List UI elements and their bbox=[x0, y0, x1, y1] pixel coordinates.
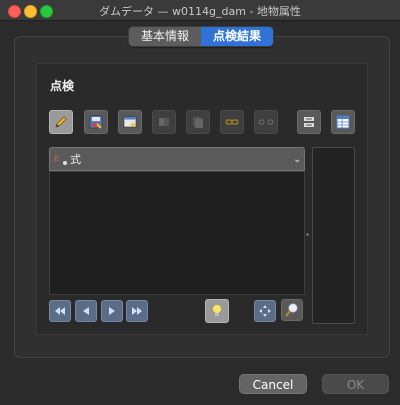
first-record-button[interactable] bbox=[49, 300, 71, 322]
previous-icon bbox=[79, 304, 93, 318]
tab-basic-info[interactable]: 基本情報 bbox=[129, 27, 201, 46]
unlink-disabled-icon bbox=[258, 114, 274, 130]
chevron-down-icon[interactable]: ⌄ bbox=[293, 154, 301, 165]
highlight-feature-button[interactable] bbox=[205, 299, 229, 323]
next-icon bbox=[105, 304, 119, 318]
first-icon bbox=[53, 304, 67, 318]
pencil-icon bbox=[53, 114, 69, 130]
form-star-icon bbox=[122, 114, 138, 130]
pan-to-feature-button[interactable] bbox=[254, 300, 276, 322]
paste-disabled-icon bbox=[190, 114, 206, 130]
cancel-button[interactable]: Cancel bbox=[239, 374, 307, 394]
window-title: ダムデータ — w0114g_dam - 地物属性 bbox=[99, 5, 301, 18]
list-view-toggle-button[interactable] bbox=[297, 110, 321, 134]
last-record-button[interactable] bbox=[126, 300, 148, 322]
svg-text:ε: ε bbox=[54, 153, 59, 164]
save-edits-icon bbox=[88, 114, 104, 130]
save-edits-button[interactable] bbox=[84, 110, 108, 134]
expression-label: 式 bbox=[70, 153, 81, 166]
next-record-button[interactable] bbox=[101, 300, 123, 322]
copy-feature-button[interactable] bbox=[152, 110, 176, 134]
expression-selector[interactable] bbox=[49, 147, 305, 171]
paste-feature-button[interactable] bbox=[186, 110, 210, 134]
zoom-to-feature-button[interactable] bbox=[281, 299, 303, 321]
unlink-feature-button[interactable] bbox=[254, 110, 278, 134]
ok-button[interactable]: OK bbox=[322, 374, 389, 394]
list-toggle-icon bbox=[301, 114, 317, 130]
highlight-bulb-icon bbox=[209, 303, 225, 319]
edit-toggle-button[interactable] bbox=[49, 110, 73, 134]
pan-to-icon bbox=[258, 304, 272, 318]
expression-epsilon-icon: ε bbox=[53, 151, 69, 167]
table-view-icon bbox=[335, 114, 351, 130]
window-titlebar: ダムデータ — w0114g_dam - 地物属性 bbox=[0, 0, 400, 21]
table-view-button[interactable] bbox=[331, 110, 355, 134]
tab-inspection-results[interactable]: 点検結果 bbox=[201, 27, 273, 46]
splitter-handle[interactable] bbox=[306, 233, 309, 236]
link-disabled-icon bbox=[224, 114, 240, 130]
zoom-to-icon bbox=[284, 302, 300, 318]
expression-text-area[interactable] bbox=[49, 171, 305, 295]
tab-bar: 基本情報 点検結果 bbox=[128, 26, 274, 47]
related-features-list[interactable] bbox=[312, 147, 355, 324]
new-form-button[interactable] bbox=[118, 110, 142, 134]
previous-record-button[interactable] bbox=[75, 300, 97, 322]
link-feature-button[interactable] bbox=[220, 110, 244, 134]
copy-disabled-icon bbox=[156, 114, 172, 130]
last-icon bbox=[130, 304, 144, 318]
section-title: 点検 bbox=[50, 79, 75, 93]
